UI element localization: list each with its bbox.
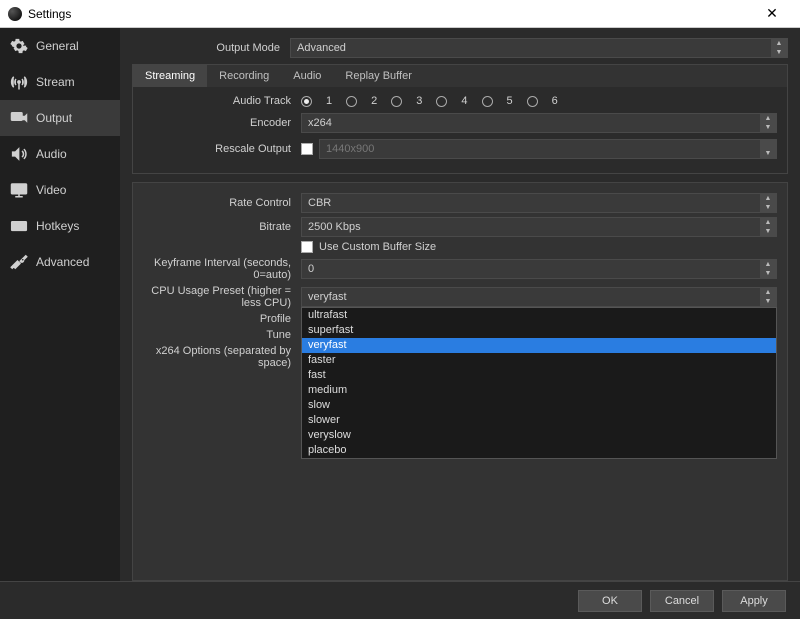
audio-track-radio-2[interactable] xyxy=(346,96,357,107)
encoder-select[interactable]: x264 ▲▼ xyxy=(301,113,777,133)
keyframe-label: Keyframe Interval (seconds, 0=auto) xyxy=(143,257,301,281)
tabs: Streaming Recording Audio Replay Buffer xyxy=(132,64,788,87)
updown-icon: ▲▼ xyxy=(760,260,776,278)
rate-control-select[interactable]: CBR▲▼ xyxy=(301,193,777,213)
output-mode-label: Output Mode xyxy=(132,42,290,54)
sidebar-item-advanced[interactable]: Advanced xyxy=(0,244,120,280)
sidebar-item-label: Hotkeys xyxy=(36,219,79,233)
updown-icon: ▲▼ xyxy=(760,194,776,212)
rescale-checkbox[interactable] xyxy=(301,143,313,155)
tab-body-streaming: Audio Track 1 2 3 4 5 6 Encoder x264 ▲▼ xyxy=(132,87,788,174)
monitor-icon xyxy=(10,181,28,199)
updown-icon: ▲▼ xyxy=(760,288,776,306)
audio-track-radio-1[interactable] xyxy=(301,96,312,107)
audio-track-radios: 1 2 3 4 5 6 xyxy=(301,95,777,107)
updown-icon: ▲▼ xyxy=(760,114,776,132)
sidebar-item-label: Advanced xyxy=(36,255,89,269)
content: Output Mode Advanced ▲▼ Streaming Record… xyxy=(120,28,800,581)
audio-track-radio-3[interactable] xyxy=(391,96,402,107)
close-button[interactable]: ✕ xyxy=(752,5,792,22)
gear-icon xyxy=(10,37,28,55)
audio-track-radio-4[interactable] xyxy=(436,96,447,107)
cancel-button[interactable]: Cancel xyxy=(650,590,714,612)
dropdown-icon: ▼ xyxy=(760,140,776,158)
tab-streaming[interactable]: Streaming xyxy=(133,65,207,87)
preset-option-faster[interactable]: faster xyxy=(302,353,776,368)
sidebar-item-label: General xyxy=(36,39,79,53)
profile-label: Profile xyxy=(143,313,301,325)
sidebar-item-audio[interactable]: Audio xyxy=(0,136,120,172)
apply-button[interactable]: Apply xyxy=(722,590,786,612)
tools-icon xyxy=(10,253,28,271)
bitrate-label: Bitrate xyxy=(143,221,301,233)
bitrate-input[interactable]: 2500 Kbps▲▼ xyxy=(301,217,777,237)
antenna-icon xyxy=(10,73,28,91)
preset-option-veryslow[interactable]: veryslow xyxy=(302,428,776,443)
updown-icon: ▲▼ xyxy=(771,39,787,57)
tab-audio[interactable]: Audio xyxy=(281,65,333,87)
rescale-input[interactable]: 1440x900 ▼ xyxy=(319,139,777,159)
preset-option-fast[interactable]: fast xyxy=(302,368,776,383)
speaker-icon xyxy=(10,145,28,163)
preset-option-slow[interactable]: slow xyxy=(302,398,776,413)
rescale-label: Rescale Output xyxy=(143,143,301,155)
output-icon xyxy=(10,109,28,127)
audio-track-radio-6[interactable] xyxy=(527,96,538,107)
preset-option-medium[interactable]: medium xyxy=(302,383,776,398)
tab-replay-buffer[interactable]: Replay Buffer xyxy=(333,65,423,87)
footer: OK Cancel Apply xyxy=(0,581,800,619)
keyboard-icon xyxy=(10,217,28,235)
cpu-preset-label: CPU Usage Preset (higher = less CPU) xyxy=(143,285,301,309)
sidebar-item-hotkeys[interactable]: Hotkeys xyxy=(0,208,120,244)
sidebar-item-general[interactable]: General xyxy=(0,28,120,64)
output-mode-value: Advanced xyxy=(297,42,346,54)
ok-button[interactable]: OK xyxy=(578,590,642,612)
preset-option-placebo[interactable]: placebo xyxy=(302,443,776,458)
updown-icon: ▲▼ xyxy=(760,218,776,236)
window-title: Settings xyxy=(28,7,752,21)
cpu-preset-select[interactable]: veryfast ▲▼ xyxy=(301,287,777,307)
sidebar-item-label: Audio xyxy=(36,147,67,161)
titlebar: Settings ✕ xyxy=(0,0,800,28)
encoder-value: x264 xyxy=(308,117,332,129)
sidebar-item-label: Stream xyxy=(36,75,75,89)
encoder-label: Encoder xyxy=(143,117,301,129)
custom-buffer-checkbox[interactable] xyxy=(301,241,313,253)
tab-recording[interactable]: Recording xyxy=(207,65,281,87)
encoder-settings-panel: Rate Control CBR▲▼ Bitrate 2500 Kbps▲▼ U… xyxy=(132,182,788,581)
preset-option-ultrafast[interactable]: ultrafast xyxy=(302,308,776,323)
sidebar-item-output[interactable]: Output xyxy=(0,100,120,136)
sidebar: General Stream Output Audio Video Hotkey… xyxy=(0,28,120,581)
tune-label: Tune xyxy=(143,329,301,341)
sidebar-item-label: Output xyxy=(36,111,72,125)
output-mode-select[interactable]: Advanced ▲▼ xyxy=(290,38,788,58)
audio-track-label: Audio Track xyxy=(143,95,301,107)
sidebar-item-label: Video xyxy=(36,183,66,197)
preset-option-slower[interactable]: slower xyxy=(302,413,776,428)
app-icon xyxy=(8,7,22,21)
x264-opts-label: x264 Options (separated by space) xyxy=(143,345,301,369)
rate-control-label: Rate Control xyxy=(143,197,301,209)
sidebar-item-video[interactable]: Video xyxy=(0,172,120,208)
audio-track-radio-5[interactable] xyxy=(482,96,493,107)
cpu-preset-dropdown[interactable]: ultrafast superfast veryfast faster fast… xyxy=(301,307,777,459)
rescale-value: 1440x900 xyxy=(326,143,374,155)
preset-option-superfast[interactable]: superfast xyxy=(302,323,776,338)
keyframe-input[interactable]: 0▲▼ xyxy=(301,259,777,279)
custom-buffer-label: Use Custom Buffer Size xyxy=(319,241,436,253)
sidebar-item-stream[interactable]: Stream xyxy=(0,64,120,100)
preset-option-veryfast[interactable]: veryfast xyxy=(302,338,776,353)
